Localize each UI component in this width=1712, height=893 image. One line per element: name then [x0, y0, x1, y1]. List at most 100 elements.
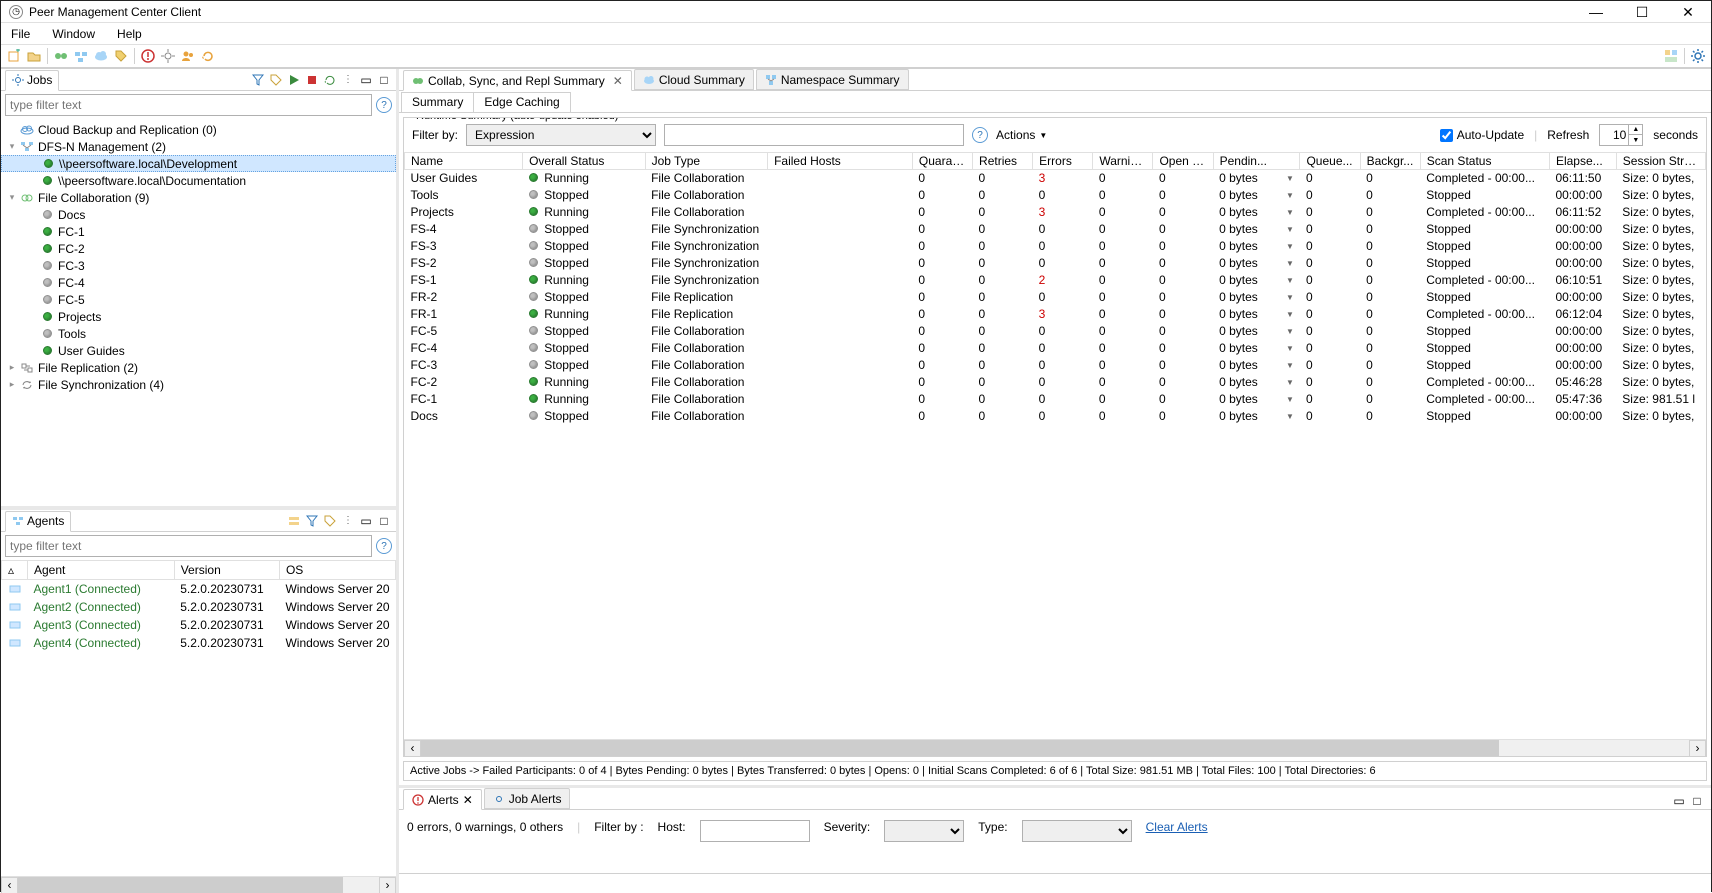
jobs-tree[interactable]: Cloud Backup and Replication (0)▾DFS-N M… [1, 119, 396, 506]
agents-filter-input[interactable] [5, 535, 372, 557]
grid-column-header[interactable]: Warnin... [1093, 153, 1153, 170]
grid-column-header[interactable]: Backgr... [1360, 153, 1420, 170]
tree-expander-icon[interactable]: ▾ [5, 141, 19, 152]
filter-icon[interactable] [250, 72, 266, 88]
jobs-tab[interactable]: Jobs [5, 70, 59, 91]
summary-grid[interactable]: NameOverall StatusJob TypeFailed HostsQu… [404, 152, 1706, 739]
grid-column-header[interactable]: Session Stru... [1616, 153, 1705, 170]
tree-item[interactable]: Projects [1, 308, 396, 325]
tree-item[interactable]: Cloud Backup and Replication (0) [1, 121, 396, 138]
menu-help[interactable]: Help [113, 25, 146, 43]
minimize-view-icon[interactable]: ▭ [1671, 793, 1687, 809]
chevron-down-icon[interactable]: ▼ [1286, 242, 1294, 251]
chevron-down-icon[interactable]: ▼ [1286, 293, 1294, 302]
grid-column-header[interactable]: Elapse... [1549, 153, 1616, 170]
tab-job-alerts[interactable]: Job Alerts [484, 788, 571, 809]
agents-icon[interactable] [72, 47, 90, 65]
filter-mode-select[interactable]: Expression [466, 124, 656, 146]
tag-icon[interactable] [322, 513, 338, 529]
tab-namespace-summary[interactable]: Namespace Summary [756, 69, 909, 90]
tree-item[interactable]: Tools [1, 325, 396, 342]
open-icon[interactable] [25, 47, 43, 65]
grid-column-header[interactable]: Name [405, 153, 523, 170]
help-icon[interactable]: ? [376, 538, 392, 554]
table-row[interactable]: FR-1 RunningFile Replication003000 bytes… [405, 306, 1706, 323]
close-tab-icon[interactable]: ✕ [613, 74, 623, 88]
chevron-down-icon[interactable]: ▼ [1286, 259, 1294, 268]
chevron-down-icon[interactable]: ▼ [1286, 208, 1294, 217]
severity-select[interactable] [884, 820, 964, 842]
col-os[interactable]: OS [279, 561, 395, 580]
actions-menu[interactable]: Actions ▼ [996, 128, 1047, 142]
tag-icon[interactable] [268, 72, 284, 88]
table-row[interactable]: Agent2 (Connected)5.2.0.20230731Windows … [2, 598, 396, 616]
tree-expander-icon[interactable]: ▾ [5, 192, 19, 203]
table-row[interactable]: FS-4 StoppedFile Synchronization000000 b… [405, 221, 1706, 238]
gear-icon[interactable] [159, 47, 177, 65]
chevron-down-icon[interactable]: ▼ [1286, 174, 1294, 183]
agents-tab[interactable]: Agents [5, 511, 71, 532]
alert-icon[interactable] [139, 47, 157, 65]
host-input[interactable] [700, 820, 810, 842]
grid-h-scrollbar[interactable]: ‹ › [404, 739, 1706, 756]
stop-icon[interactable] [304, 72, 320, 88]
table-row[interactable]: Tools StoppedFile Collaboration000000 by… [405, 187, 1706, 204]
tree-item[interactable]: ▾File Collaboration (9) [1, 189, 396, 206]
chevron-down-icon[interactable]: ▼ [1286, 361, 1294, 370]
scroll-left-icon[interactable]: ‹ [1, 877, 18, 893]
maximize-view-icon[interactable]: □ [376, 72, 392, 88]
tree-item[interactable]: FC-4 [1, 274, 396, 291]
layout-icon[interactable] [1662, 47, 1680, 65]
filter-expression-input[interactable] [664, 124, 964, 146]
tab-alerts[interactable]: Alerts ✕ [403, 789, 482, 810]
minimize-view-icon[interactable]: ▭ [358, 72, 374, 88]
users-icon[interactable] [179, 47, 197, 65]
grid-column-header[interactable]: Open F... [1153, 153, 1213, 170]
chevron-down-icon[interactable]: ▼ [1286, 191, 1294, 200]
agents-h-scrollbar[interactable]: ‹ › [1, 876, 396, 893]
spin-up-icon[interactable]: ▲ [1628, 125, 1642, 135]
grid-column-header[interactable]: Errors [1033, 153, 1093, 170]
refresh-icon[interactable] [322, 72, 338, 88]
grid-column-header[interactable]: Pendin... [1213, 153, 1300, 170]
tree-item[interactable]: ▾DFS-N Management (2) [1, 138, 396, 155]
table-row[interactable]: FS-3 StoppedFile Synchronization000000 b… [405, 238, 1706, 255]
menu-file[interactable]: File [7, 25, 34, 43]
tab-collab-summary[interactable]: Collab, Sync, and Repl Summary ✕ [403, 70, 632, 91]
maximize-view-icon[interactable]: □ [376, 513, 392, 529]
cloud-icon[interactable] [92, 47, 110, 65]
window-minimize[interactable]: — [1573, 1, 1619, 23]
table-row[interactable]: FC-4 StoppedFile Collaboration000000 byt… [405, 340, 1706, 357]
filter-icon[interactable] [304, 513, 320, 529]
auto-update-checkbox[interactable]: Auto-Update [1440, 128, 1524, 142]
chevron-down-icon[interactable]: ▼ [1286, 395, 1294, 404]
tree-item[interactable]: \\peersoftware.local\Development [1, 155, 396, 172]
help-icon[interactable]: ? [972, 127, 988, 143]
table-row[interactable]: FR-2 StoppedFile Replication000000 bytes… [405, 289, 1706, 306]
tree-item[interactable]: FC-3 [1, 257, 396, 274]
table-row[interactable]: FC-2 RunningFile Collaboration000000 byt… [405, 374, 1706, 391]
window-close[interactable]: ✕ [1665, 1, 1711, 23]
tree-item[interactable]: \\peersoftware.local\Documentation [1, 172, 396, 189]
cards-icon[interactable] [286, 513, 302, 529]
tree-item[interactable]: ▸File Replication (2) [1, 359, 396, 376]
tree-item[interactable]: FC-5 [1, 291, 396, 308]
scroll-right-icon[interactable]: › [1689, 740, 1706, 757]
tree-item[interactable]: User Guides [1, 342, 396, 359]
tree-item[interactable]: FC-1 [1, 223, 396, 240]
tree-expander-icon[interactable]: ▸ [5, 362, 19, 373]
grid-column-header[interactable]: Quaran... [912, 153, 972, 170]
tag-icon[interactable] [112, 47, 130, 65]
table-row[interactable]: Agent3 (Connected)5.2.0.20230731Windows … [2, 616, 396, 634]
chevron-down-icon[interactable]: ▼ [1286, 378, 1294, 387]
tree-item[interactable]: ▸File Synchronization (4) [1, 376, 396, 393]
chevron-down-icon[interactable]: ▼ [1286, 310, 1294, 319]
view-menu-icon[interactable]: ⋮ [340, 72, 356, 88]
sort-indicator[interactable]: ▵ [2, 561, 28, 580]
refresh-interval-spinner[interactable]: ▲▼ [1599, 124, 1643, 146]
type-select[interactable] [1022, 820, 1132, 842]
tab-cloud-summary[interactable]: Cloud Summary [634, 69, 754, 90]
collab-icon[interactable] [52, 47, 70, 65]
chevron-down-icon[interactable]: ▼ [1286, 327, 1294, 336]
minimize-view-icon[interactable]: ▭ [358, 513, 374, 529]
